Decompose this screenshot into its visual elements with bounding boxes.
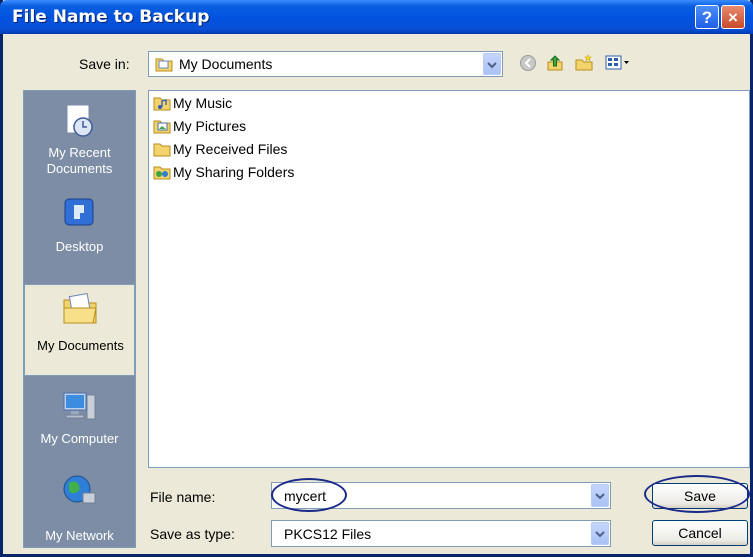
- save-button-highlight-oval: [644, 475, 750, 513]
- help-button[interactable]: ?: [695, 5, 719, 29]
- place-my-network[interactable]: My Network: [24, 459, 135, 549]
- up-folder-icon[interactable]: [546, 54, 564, 72]
- desktop-icon: [64, 198, 94, 226]
- save-as-type-value: PKCS12 Files: [284, 526, 372, 542]
- place-label: My Computer: [40, 431, 119, 446]
- place-my-recent-documents[interactable]: My Recent Documents: [24, 91, 135, 181]
- new-folder-icon[interactable]: [575, 54, 593, 72]
- my-documents-icon: [63, 293, 97, 324]
- recent-documents-icon: [66, 104, 93, 137]
- file-name: My Received Files: [173, 141, 288, 157]
- folder-icon: [153, 143, 171, 157]
- file-name-dropdown-arrow[interactable]: [591, 484, 609, 507]
- pictures-folder-icon: [153, 120, 171, 134]
- my-network-icon: [63, 475, 96, 504]
- file-list[interactable]: My Music My Pictures My Received Files M…: [148, 90, 750, 468]
- my-documents-small-icon: [155, 58, 173, 72]
- place-label: My Documents: [37, 338, 124, 353]
- save-dialog: File Name to Backup ? × Save in: My Docu…: [0, 0, 753, 557]
- file-name: My Pictures: [173, 118, 247, 134]
- save-in-dropdown-arrow[interactable]: [483, 53, 501, 75]
- views-menu-icon[interactable]: [605, 54, 631, 72]
- file-name: My Music: [173, 95, 233, 111]
- place-my-computer[interactable]: My Computer: [24, 381, 135, 471]
- place-desktop[interactable]: Desktop: [24, 189, 135, 279]
- title-bar[interactable]: File Name to Backup ? ×: [0, 0, 753, 34]
- place-label: My Recent Documents: [46, 145, 113, 176]
- file-name-highlight-oval: [271, 478, 347, 512]
- save-as-type-dropdown-arrow[interactable]: [591, 522, 609, 545]
- file-name-label: File name:: [150, 489, 216, 505]
- save-as-type-label: Save as type:: [150, 526, 235, 542]
- file-name: My Sharing Folders: [173, 164, 295, 180]
- place-label: Desktop: [55, 239, 104, 254]
- close-button[interactable]: ×: [721, 5, 745, 29]
- sharing-folder-icon: [153, 166, 171, 180]
- music-folder-icon: [153, 97, 171, 111]
- back-icon[interactable]: [519, 54, 537, 72]
- save-in-label: Save in:: [79, 56, 130, 72]
- save-as-type-dropdown[interactable]: PKCS12 Files: [271, 520, 611, 547]
- cancel-button[interactable]: Cancel: [652, 520, 748, 546]
- places-bar: My Recent Documents Desktop My Documents: [23, 90, 136, 548]
- save-in-dropdown[interactable]: My Documents: [148, 51, 503, 77]
- dialog-title: File Name to Backup: [12, 7, 210, 27]
- my-computer-icon: [63, 392, 96, 420]
- save-in-value: My Documents: [179, 56, 273, 72]
- place-my-documents[interactable]: My Documents: [24, 284, 135, 376]
- place-label: My Network: [45, 528, 114, 543]
